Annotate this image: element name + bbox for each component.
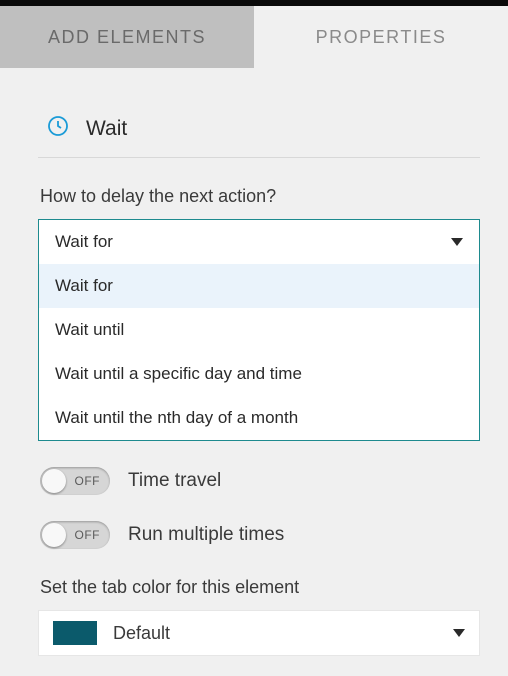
section-title: Wait	[86, 117, 127, 141]
tab-label: PROPERTIES	[316, 27, 447, 48]
delay-selected-value: Wait for	[55, 232, 113, 252]
toggle-knob	[42, 523, 66, 547]
color-swatch	[53, 621, 97, 645]
color-select[interactable]: Default	[38, 610, 480, 656]
section-header: Wait	[38, 96, 480, 158]
chevron-down-icon	[451, 238, 463, 246]
toggle-run-multiple-label: Run multiple times	[128, 524, 284, 546]
toggle-run-multiple-row: OFF Run multiple times	[40, 521, 480, 549]
delay-option[interactable]: Wait until a specific day and time	[39, 352, 479, 396]
toggle-knob	[42, 469, 66, 493]
delay-option[interactable]: Wait until the nth day of a month	[39, 396, 479, 440]
properties-panel: Wait How to delay the next action? Wait …	[0, 68, 508, 656]
tab-bar: ADD ELEMENTS PROPERTIES	[0, 6, 508, 68]
color-label: Set the tab color for this element	[40, 577, 480, 598]
delay-label: How to delay the next action?	[40, 186, 480, 207]
clock-icon	[46, 114, 70, 143]
delay-select-current[interactable]: Wait for	[39, 220, 479, 264]
toggle-time-travel-row: OFF Time travel	[40, 467, 480, 495]
tab-label: ADD ELEMENTS	[48, 27, 206, 48]
color-selected-label: Default	[113, 623, 437, 644]
toggle-time-travel[interactable]: OFF	[40, 467, 110, 495]
delay-option[interactable]: Wait for	[39, 264, 479, 308]
toggle-state: OFF	[75, 474, 101, 488]
toggle-state: OFF	[75, 528, 101, 542]
toggle-run-multiple[interactable]: OFF	[40, 521, 110, 549]
delay-option[interactable]: Wait until	[39, 308, 479, 352]
delay-select[interactable]: Wait for Wait for Wait until Wait until …	[38, 219, 480, 441]
tab-add-elements[interactable]: ADD ELEMENTS	[0, 6, 254, 68]
chevron-down-icon	[453, 629, 465, 637]
toggle-time-travel-label: Time travel	[128, 470, 221, 492]
tab-properties[interactable]: PROPERTIES	[254, 6, 508, 68]
